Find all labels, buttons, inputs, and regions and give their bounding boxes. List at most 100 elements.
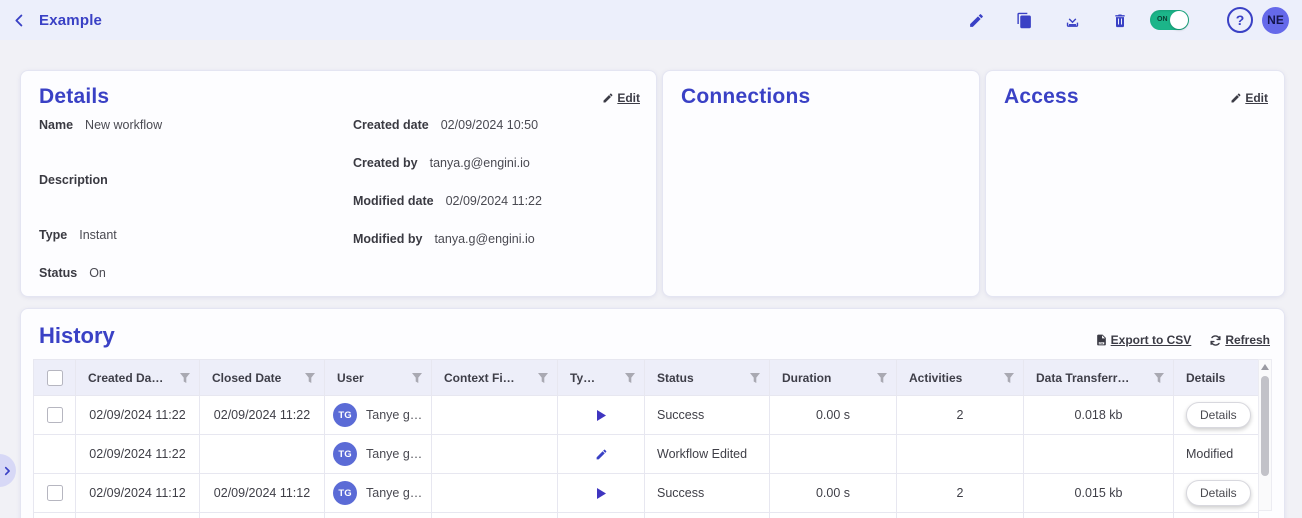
top-bar: Example ON ? NE bbox=[0, 0, 1302, 40]
row-select-cell bbox=[33, 473, 76, 513]
filter-icon[interactable] bbox=[876, 372, 888, 384]
data-transferred-cell bbox=[1023, 434, 1174, 474]
filter-icon[interactable] bbox=[411, 372, 423, 384]
details-edit-link[interactable]: Edit bbox=[602, 91, 640, 105]
details-cell: Details bbox=[1173, 473, 1259, 513]
user-cell: TG Tanye ge… bbox=[324, 395, 432, 435]
select-all-checkbox[interactable] bbox=[46, 369, 63, 386]
col-created-date[interactable]: Created Da… bbox=[75, 359, 200, 396]
col-user[interactable]: User bbox=[324, 359, 432, 396]
type-cell bbox=[557, 434, 645, 474]
user-cell: TG Tanye ge… bbox=[324, 473, 432, 513]
col-activities[interactable]: Activities bbox=[896, 359, 1024, 396]
filter-icon[interactable] bbox=[1153, 372, 1165, 384]
user-name: Tanye ge… bbox=[366, 408, 423, 422]
pencil-icon bbox=[1230, 92, 1242, 104]
play-icon bbox=[595, 408, 607, 422]
user-name: Tanye ge… bbox=[366, 447, 423, 461]
duplicate-button[interactable] bbox=[1000, 12, 1048, 29]
col-status[interactable]: Status bbox=[644, 359, 770, 396]
col-type[interactable]: Ty… bbox=[557, 359, 645, 396]
details-title: Details bbox=[39, 85, 110, 108]
workflow-on-toggle[interactable]: ON bbox=[1150, 10, 1189, 30]
refresh-icon bbox=[1209, 334, 1222, 347]
refresh-link[interactable]: Refresh bbox=[1209, 333, 1270, 347]
closed-date-cell: 02/09/2024 11:22 bbox=[199, 395, 325, 435]
table-row bbox=[33, 512, 1259, 518]
context-cell bbox=[431, 395, 558, 435]
access-edit-link[interactable]: Edit bbox=[1230, 91, 1268, 105]
csv-file-icon: csv bbox=[1095, 333, 1108, 347]
user-avatar-badge: TG bbox=[333, 442, 357, 466]
user-cell: TG Tanye ge… bbox=[324, 434, 432, 474]
row-select-checkbox[interactable] bbox=[46, 407, 63, 423]
filter-icon[interactable] bbox=[1003, 372, 1015, 384]
table-row: 02/09/2024 11:22 02/09/2024 11:22 TG Tan… bbox=[33, 395, 1259, 435]
col-duration[interactable]: Duration bbox=[769, 359, 897, 396]
history-table: Created Da… Closed Date User Context Fi…… bbox=[33, 359, 1272, 518]
delete-button[interactable] bbox=[1096, 12, 1144, 29]
created-date-cell: 02/09/2024 11:12 bbox=[75, 473, 200, 513]
filter-icon[interactable] bbox=[749, 372, 761, 384]
trash-icon bbox=[1112, 12, 1128, 29]
user-avatar[interactable]: NE bbox=[1262, 6, 1289, 34]
field-status: Status On bbox=[39, 266, 106, 280]
filter-icon[interactable] bbox=[179, 372, 191, 384]
access-panel: Access Edit bbox=[985, 70, 1285, 297]
details-button[interactable]: Details bbox=[1186, 480, 1251, 506]
scrollbar-thumb[interactable] bbox=[1261, 376, 1269, 476]
history-panel: History csv Export to CSV Refresh Create… bbox=[20, 308, 1285, 518]
connections-panel: Connections bbox=[662, 70, 980, 297]
status-cell: Success bbox=[644, 395, 770, 435]
user-avatar-badge: TG bbox=[333, 481, 357, 505]
activities-cell bbox=[896, 434, 1024, 474]
status-cell: Success bbox=[644, 473, 770, 513]
col-closed-date[interactable]: Closed Date bbox=[199, 359, 325, 396]
field-modified-by: Modified by tanya.g@engini.io bbox=[353, 232, 535, 246]
field-modified-date: Modified date 02/09/2024 11:22 bbox=[353, 194, 542, 208]
history-title: History bbox=[39, 323, 115, 348]
type-cell bbox=[557, 395, 645, 435]
pencil-icon bbox=[968, 12, 985, 29]
avatar-initials: NE bbox=[1267, 13, 1284, 27]
side-widget-button[interactable] bbox=[0, 454, 16, 487]
play-icon bbox=[595, 486, 607, 500]
details-button[interactable]: Details bbox=[1186, 402, 1251, 428]
filter-icon[interactable] bbox=[304, 372, 316, 384]
scroll-up-icon[interactable] bbox=[1261, 364, 1269, 370]
context-cell bbox=[431, 434, 558, 474]
details-panel: Details Edit Name New workflow Descripti… bbox=[20, 70, 657, 297]
row-select-cell bbox=[33, 434, 76, 474]
data-transferred-cell: 0.015 kb bbox=[1023, 473, 1174, 513]
field-name: Name New workflow bbox=[39, 118, 163, 132]
row-select-cell bbox=[33, 512, 76, 518]
closed-date-cell bbox=[199, 434, 325, 474]
back-button[interactable] bbox=[12, 13, 27, 28]
export-csv-link[interactable]: csv Export to CSV bbox=[1095, 333, 1191, 347]
table-scrollbar[interactable] bbox=[1258, 359, 1272, 511]
table-row: 02/09/2024 11:22 TG Tanye ge… Workflow E… bbox=[33, 434, 1259, 474]
help-button[interactable]: ? bbox=[1227, 7, 1253, 33]
activities-cell: 2 bbox=[896, 473, 1024, 513]
filter-icon[interactable] bbox=[624, 372, 636, 384]
toggle-knob bbox=[1170, 11, 1188, 29]
download-button[interactable] bbox=[1048, 12, 1096, 29]
row-select-cell bbox=[33, 395, 76, 435]
col-context[interactable]: Context Fi… bbox=[431, 359, 558, 396]
row-select-checkbox[interactable] bbox=[46, 485, 63, 501]
page-title: Example bbox=[39, 11, 103, 29]
field-created-by: Created by tanya.g@engini.io bbox=[353, 156, 530, 170]
filter-icon[interactable] bbox=[537, 372, 549, 384]
pencil-icon bbox=[602, 92, 614, 104]
user-avatar-badge: TG bbox=[333, 403, 357, 427]
field-type: Type Instant bbox=[39, 228, 117, 242]
table-row: 02/09/2024 11:12 02/09/2024 11:12 TG Tan… bbox=[33, 473, 1259, 513]
pencil-icon bbox=[595, 447, 608, 461]
col-details: Details bbox=[1173, 359, 1259, 396]
user-name: Tanye ge… bbox=[366, 486, 423, 500]
field-description: Description bbox=[39, 173, 108, 187]
duration-cell: 0.00 s bbox=[769, 395, 897, 435]
chevron-right-icon bbox=[2, 466, 12, 476]
edit-button[interactable] bbox=[952, 12, 1000, 29]
col-data-transferred[interactable]: Data Transferr… bbox=[1023, 359, 1174, 396]
